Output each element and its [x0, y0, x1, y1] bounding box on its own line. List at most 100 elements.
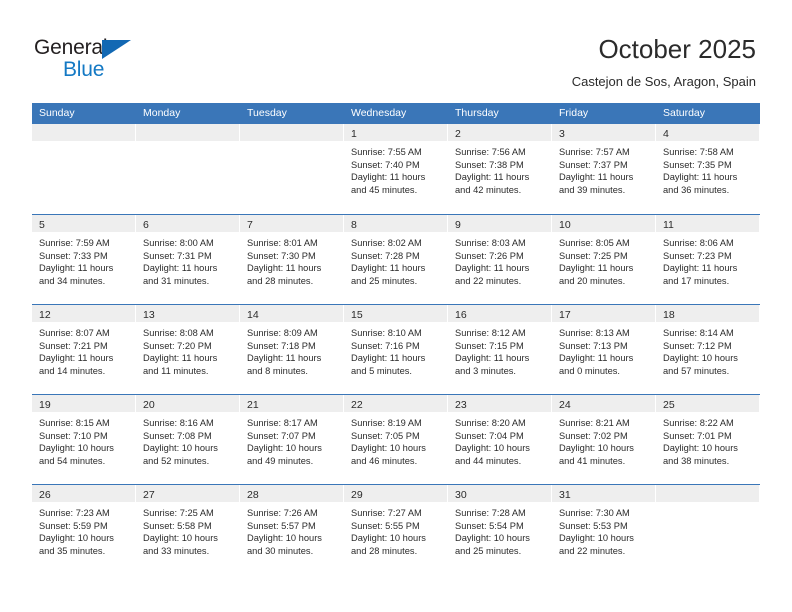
sunrise-text: Sunrise: 8:09 AM [247, 328, 318, 338]
sunset-text: Sunset: 7:23 PM [663, 250, 732, 261]
day-sun-info: Sunrise: 8:16 AM Sunset: 7:08 PM Daylight:… [136, 412, 240, 467]
sunset-text: Sunset: 7:30 PM [247, 250, 316, 261]
calendar-day-cell[interactable]: 12 Sunrise: 8:07 AM Sunset: 7:21 PM Dayligh… [32, 305, 136, 394]
calendar-day-cell[interactable]: 31 Sunrise: 7:30 AM Sunset: 5:53 PM Dayligh… [552, 485, 656, 574]
calendar-day-cell[interactable]: 30 Sunrise: 7:28 AM Sunset: 5:54 PM Dayligh… [448, 485, 552, 574]
daylight-text-line1: Daylight: 11 hours [455, 353, 530, 364]
day-sun-info: Sunrise: 7:28 AM Sunset: 5:54 PM Daylight:… [448, 502, 552, 557]
sunrise-text: Sunrise: 8:03 AM [455, 238, 526, 248]
day-number: 1 [351, 128, 357, 140]
daylight-text-line2: and 36 minutes. [663, 184, 730, 195]
sunrise-text: Sunrise: 8:20 AM [455, 418, 526, 428]
calendar-day-cell[interactable]: 21 Sunrise: 8:17 AM Sunset: 7:07 PM Dayligh… [240, 395, 344, 484]
daylight-text-line1: Daylight: 11 hours [559, 353, 634, 364]
daylight-text-line1: Daylight: 11 hours [143, 353, 218, 364]
day-number-strip: 30 [448, 485, 552, 502]
logo-triangle-icon [102, 40, 131, 59]
daylight-text-line1: Daylight: 11 hours [663, 172, 738, 183]
calendar-day-cell[interactable]: 1 Sunrise: 7:55 AM Sunset: 7:40 PM Daylight… [344, 124, 448, 214]
calendar-day-cell[interactable]: 28 Sunrise: 7:26 AM Sunset: 5:57 PM Dayligh… [240, 485, 344, 574]
calendar-day-cell[interactable]: 14 Sunrise: 8:09 AM Sunset: 7:18 PM Dayligh… [240, 305, 344, 394]
day-sun-info: Sunrise: 8:17 AM Sunset: 7:07 PM Daylight:… [240, 412, 344, 467]
day-number: 31 [559, 489, 571, 501]
daylight-text-line1: Daylight: 10 hours [559, 443, 634, 454]
calendar-day-cell[interactable]: 4 Sunrise: 7:58 AM Sunset: 7:35 PM Daylight… [656, 124, 760, 214]
calendar-day-cell[interactable]: 19 Sunrise: 8:15 AM Sunset: 7:10 PM Dayligh… [32, 395, 136, 484]
day-sun-info: Sunrise: 7:27 AM Sunset: 5:55 PM Daylight:… [344, 502, 448, 557]
sunset-text: Sunset: 7:31 PM [143, 250, 212, 261]
daylight-text-line1: Daylight: 10 hours [143, 533, 218, 544]
day-sun-info: Sunrise: 7:58 AM Sunset: 7:35 PM Daylight:… [656, 141, 760, 196]
general-blue-logo[interactable]: General Blue [34, 36, 174, 84]
sunset-text: Sunset: 7:13 PM [559, 340, 628, 351]
calendar-day-cell[interactable]: 26 Sunrise: 7:23 AM Sunset: 5:59 PM Dayligh… [32, 485, 136, 574]
weekday-header-saturday: Saturday [663, 107, 706, 119]
day-number: 12 [39, 309, 51, 321]
calendar-day-cell[interactable]: 5 Sunrise: 7:59 AM Sunset: 7:33 PM Daylight… [32, 215, 136, 304]
day-number-strip: 25 [656, 395, 760, 412]
calendar-day-cell[interactable]: 2 Sunrise: 7:56 AM Sunset: 7:38 PM Daylight… [448, 124, 552, 214]
daylight-text-line2: and 46 minutes. [351, 455, 418, 466]
sunset-text: Sunset: 5:59 PM [39, 520, 108, 531]
day-number: 14 [247, 309, 259, 321]
sunset-text: Sunset: 7:04 PM [455, 430, 524, 441]
day-number-strip: 6 [136, 215, 240, 232]
day-sun-info: Sunrise: 7:23 AM Sunset: 5:59 PM Daylight:… [32, 502, 136, 557]
sunset-text: Sunset: 7:07 PM [247, 430, 316, 441]
day-number-strip: 10 [552, 215, 656, 232]
calendar-day-cell[interactable]: 20 Sunrise: 8:16 AM Sunset: 7:08 PM Dayligh… [136, 395, 240, 484]
daylight-text-line1: Daylight: 10 hours [559, 533, 634, 544]
daylight-text-line2: and 54 minutes. [39, 455, 106, 466]
day-sun-info: Sunrise: 8:02 AM Sunset: 7:28 PM Daylight:… [344, 232, 448, 287]
sunset-text: Sunset: 7:01 PM [663, 430, 732, 441]
daylight-text-line2: and 42 minutes. [455, 184, 522, 195]
day-number: 16 [455, 309, 467, 321]
calendar-day-cell[interactable]: 27 Sunrise: 7:25 AM Sunset: 5:58 PM Dayligh… [136, 485, 240, 574]
day-number-strip: 24 [552, 395, 656, 412]
sunrise-text: Sunrise: 7:26 AM [247, 508, 318, 518]
calendar-day-cell[interactable]: 17 Sunrise: 8:13 AM Sunset: 7:13 PM Dayligh… [552, 305, 656, 394]
calendar-day-cell[interactable]: 25 Sunrise: 8:22 AM Sunset: 7:01 PM Dayligh… [656, 395, 760, 484]
day-number-strip: 12 [32, 305, 136, 322]
day-sun-info: Sunrise: 8:20 AM Sunset: 7:04 PM Daylight:… [448, 412, 552, 467]
calendar-day-cell[interactable]: 15 Sunrise: 8:10 AM Sunset: 7:16 PM Dayligh… [344, 305, 448, 394]
day-sun-info: Sunrise: 7:57 AM Sunset: 7:37 PM Daylight:… [552, 141, 656, 196]
daylight-text-line1: Daylight: 11 hours [351, 353, 426, 364]
calendar-day-cell[interactable]: 3 Sunrise: 7:57 AM Sunset: 7:37 PM Daylight… [552, 124, 656, 214]
daylight-text-line2: and 28 minutes. [351, 545, 418, 556]
calendar-day-cell[interactable]: 13 Sunrise: 8:08 AM Sunset: 7:20 PM Dayligh… [136, 305, 240, 394]
sunset-text: Sunset: 7:28 PM [351, 250, 420, 261]
calendar-day-cell[interactable]: 22 Sunrise: 8:19 AM Sunset: 7:05 PM Dayligh… [344, 395, 448, 484]
day-number: 7 [247, 219, 253, 231]
calendar-day-cell[interactable]: 23 Sunrise: 8:20 AM Sunset: 7:04 PM Dayligh… [448, 395, 552, 484]
day-number: 28 [247, 489, 259, 501]
page-masthead: General Blue October 2025 Castejon de So… [0, 0, 792, 100]
calendar-day-cell[interactable]: 6 Sunrise: 8:00 AM Sunset: 7:31 PM Daylight… [136, 215, 240, 304]
calendar-day-cell[interactable]: 29 Sunrise: 7:27 AM Sunset: 5:55 PM Dayligh… [344, 485, 448, 574]
day-sun-info: Sunrise: 8:15 AM Sunset: 7:10 PM Daylight:… [32, 412, 136, 467]
day-number-strip: 19 [32, 395, 136, 412]
calendar-day-cell[interactable]: 7 Sunrise: 8:01 AM Sunset: 7:30 PM Daylight… [240, 215, 344, 304]
daylight-text-line2: and 33 minutes. [143, 545, 210, 556]
calendar-day-cell[interactable]: 10 Sunrise: 8:05 AM Sunset: 7:25 PM Dayligh… [552, 215, 656, 304]
sunset-text: Sunset: 7:35 PM [663, 159, 732, 170]
sunrise-text: Sunrise: 8:15 AM [39, 418, 110, 428]
calendar-day-cell[interactable]: 18 Sunrise: 8:14 AM Sunset: 7:12 PM Dayligh… [656, 305, 760, 394]
calendar-week-row: 5 Sunrise: 7:59 AM Sunset: 7:33 PM Daylight… [32, 214, 760, 304]
calendar-day-cell[interactable]: 8 Sunrise: 8:02 AM Sunset: 7:28 PM Daylight… [344, 215, 448, 304]
calendar-day-cell[interactable]: 9 Sunrise: 8:03 AM Sunset: 7:26 PM Daylight… [448, 215, 552, 304]
calendar-day-cell[interactable]: 11 Sunrise: 8:06 AM Sunset: 7:23 PM Dayligh… [656, 215, 760, 304]
calendar-day-cell[interactable]: 16 Sunrise: 8:12 AM Sunset: 7:15 PM Dayligh… [448, 305, 552, 394]
day-sun-info: Sunrise: 8:06 AM Sunset: 7:23 PM Daylight:… [656, 232, 760, 287]
calendar-day-cell-empty [656, 485, 760, 574]
daylight-text-line2: and 5 minutes. [351, 365, 412, 376]
sunset-text: Sunset: 7:33 PM [39, 250, 108, 261]
calendar-day-cell[interactable]: 24 Sunrise: 8:21 AM Sunset: 7:02 PM Dayligh… [552, 395, 656, 484]
calendar-grid: Sunday Monday Tuesday Wednesday Thursday Frid… [32, 103, 760, 574]
sunset-text: Sunset: 7:08 PM [143, 430, 212, 441]
daylight-text-line1: Daylight: 10 hours [663, 443, 738, 454]
daylight-text-line2: and 52 minutes. [143, 455, 210, 466]
sunrise-text: Sunrise: 8:00 AM [143, 238, 214, 248]
sunrise-text: Sunrise: 8:07 AM [39, 328, 110, 338]
day-number-strip: 23 [448, 395, 552, 412]
